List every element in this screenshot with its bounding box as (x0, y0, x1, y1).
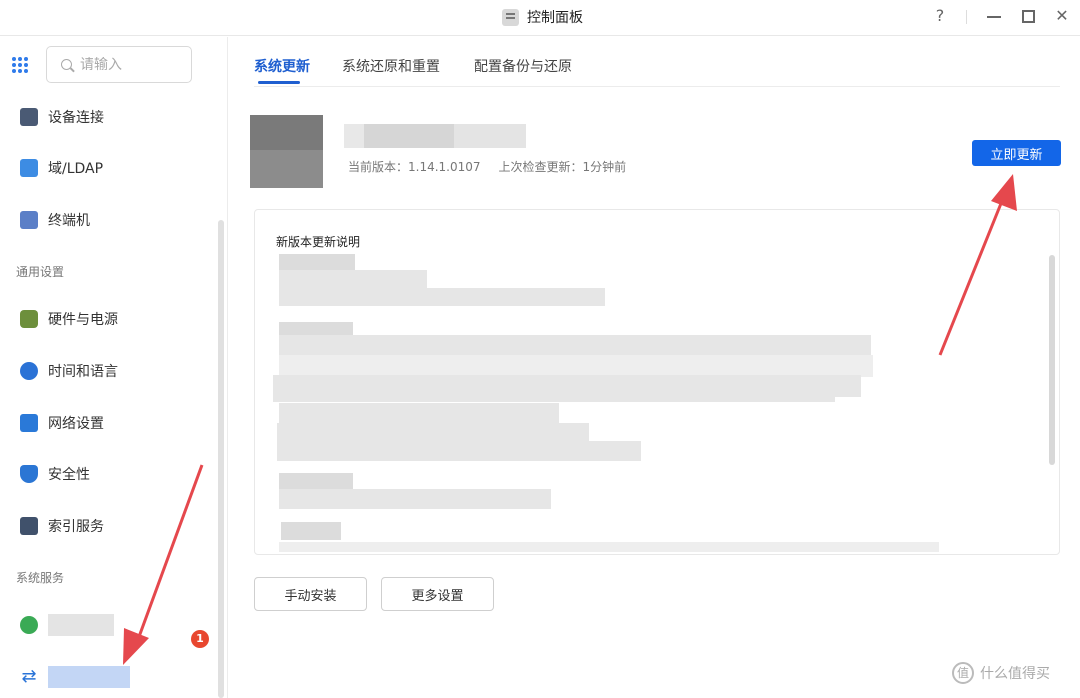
search-box[interactable] (46, 46, 192, 83)
manual-install-button[interactable]: 手动安装 (254, 577, 367, 611)
close-button[interactable]: ✕ (1052, 6, 1072, 26)
search-input[interactable] (80, 56, 180, 73)
minimize-icon (987, 16, 1001, 18)
version-info: 当前版本：1.14.1.0107 上次检查更新：1分钟前 (348, 158, 626, 175)
title-bar: 控制面板 ? ✕ (0, 0, 1080, 36)
product-image (250, 115, 323, 188)
tabs-divider (254, 86, 1060, 87)
section-label-system: 系统服务 (16, 571, 65, 585)
sidebar-item-label: 索引服务 (48, 519, 104, 535)
hardware-power-icon (20, 310, 38, 328)
redacted-product-name (344, 124, 526, 148)
sidebar-item-time-language[interactable]: 时间和语言 (20, 359, 118, 383)
sidebar-item-label: 硬件与电源 (48, 312, 118, 328)
sidebar-item-label: 网络设置 (48, 416, 104, 432)
active-tab-indicator (258, 81, 300, 84)
release-notes-panel: 新版本更新说明 (254, 209, 1060, 555)
redacted-text (279, 355, 873, 377)
sidebar-scrollbar[interactable] (218, 220, 224, 698)
search-icon (61, 59, 72, 70)
release-notes-scrollbar[interactable] (1049, 255, 1055, 465)
sidebar-item-index-service[interactable]: 索引服务 (20, 514, 104, 538)
watermark-text: 什么值得买 (980, 666, 1050, 682)
apps-grid-icon[interactable] (12, 57, 28, 73)
terminal-icon (20, 211, 38, 229)
redacted-text (279, 403, 559, 423)
last-check-time: 上次检查更新：1分钟前 (498, 160, 627, 174)
maximize-button[interactable] (1018, 6, 1038, 23)
sidebar-item-label: 设备连接 (48, 110, 104, 126)
watermark-logo-icon: 值 (952, 662, 974, 684)
current-version: 当前版本：1.14.1.0107 (348, 160, 481, 174)
redacted-text (281, 522, 341, 540)
time-language-icon (20, 362, 38, 380)
maximize-icon (1021, 10, 1035, 23)
sidebar-item-system-service[interactable] (20, 613, 114, 637)
service-status-icon (20, 616, 38, 634)
redacted-text (279, 489, 551, 509)
tab-config-backup-restore[interactable]: 配置备份与还原 (474, 56, 572, 76)
tab-system-update[interactable]: 系统更新 (254, 56, 310, 76)
redacted-text (277, 423, 589, 443)
redacted-label-active (48, 666, 130, 688)
redacted-text (279, 335, 871, 357)
redacted-text (279, 288, 605, 306)
sidebar-item-device-connect[interactable]: 设备连接 (20, 105, 104, 129)
security-shield-icon (20, 465, 38, 483)
watermark: 值 什么值得买 (952, 662, 1050, 684)
sidebar-item-security[interactable]: 安全性 (20, 462, 90, 486)
network-icon (20, 414, 38, 432)
redacted-text (277, 441, 641, 461)
device-connect-icon (20, 108, 38, 126)
redacted-text (279, 270, 427, 288)
update-arrow-head (991, 174, 1017, 211)
control-panel-icon (502, 8, 519, 26)
more-settings-button[interactable]: 更多设置 (381, 577, 494, 611)
sidebar: 设备连接 域/LDAP 终端机 通用设置 硬件与电源 时间和语言 网络设置 安全… (0, 37, 228, 698)
minimize-button[interactable] (984, 6, 1004, 18)
redacted-text (279, 542, 939, 552)
section-label-general: 通用设置 (16, 265, 65, 279)
title-divider (966, 10, 967, 24)
redacted-label (48, 614, 114, 636)
sidebar-item-label: 终端机 (48, 213, 90, 229)
sidebar-item-ldap[interactable]: 域/LDAP (20, 156, 103, 180)
index-service-icon (20, 517, 38, 535)
sidebar-item-label: 安全性 (48, 467, 90, 483)
release-notes-title: 新版本更新说明 (276, 235, 361, 249)
window-title: 控制面板 (502, 7, 583, 27)
update-count-badge: 1 (191, 630, 209, 648)
sidebar-item-system-update[interactable]: ⇄ (20, 665, 130, 689)
ldap-icon (20, 159, 38, 177)
sidebar-item-label: 时间和语言 (48, 364, 118, 380)
sidebar-item-hardware-power[interactable]: 硬件与电源 (20, 307, 118, 331)
sidebar-item-label: 域/LDAP (48, 161, 104, 177)
sidebar-item-terminal[interactable]: 终端机 (20, 208, 90, 232)
tab-system-restore-reset[interactable]: 系统还原和重置 (342, 56, 440, 76)
redacted-text (273, 380, 835, 402)
help-button[interactable]: ? (930, 6, 950, 26)
update-now-button[interactable]: 立即更新 (972, 140, 1061, 166)
window-title-text: 控制面板 (527, 10, 583, 26)
update-sync-icon: ⇄ (21, 666, 37, 687)
sidebar-item-network[interactable]: 网络设置 (20, 411, 104, 435)
